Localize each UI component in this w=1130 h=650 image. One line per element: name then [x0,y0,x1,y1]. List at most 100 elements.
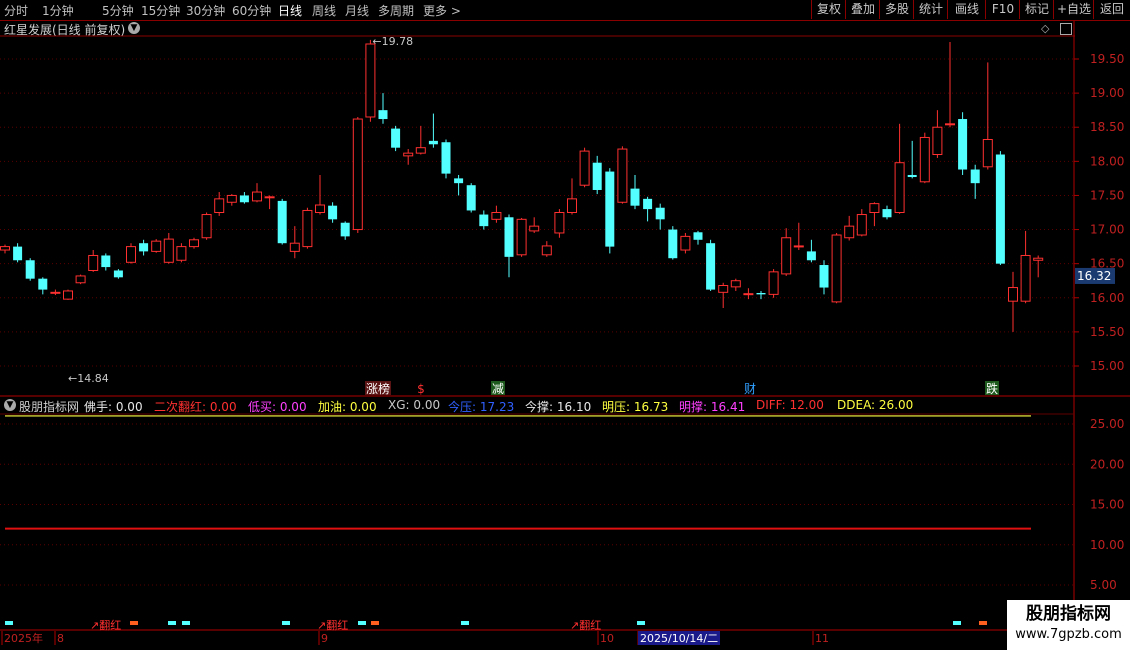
indicator-field: XG: 0.00 [388,398,441,412]
event-marker: 减 [492,382,504,396]
candle-body-up [945,123,955,126]
date-label: 11 [815,632,829,645]
candle-body-up [214,198,225,214]
candle-body-up [415,147,426,154]
candle-body-down [328,205,338,220]
candle-body-down [970,169,980,184]
price-axis-label: 18.50 [1090,120,1124,134]
indicator-name: 股朋指标网 [19,400,80,414]
chevron-down-icon[interactable]: ▼ [128,22,140,34]
candle-body-down [239,195,249,203]
candle-body-down [630,188,640,206]
candle-body-up [567,198,577,214]
signal-mark [637,621,645,625]
candle-body-down [958,119,968,170]
diamond-icon[interactable]: ◇ [1041,22,1049,35]
indicator-field: 今撑: 16.10 [525,400,592,414]
price-axis-label: 19.00 [1090,86,1124,100]
candle-body-up [1033,257,1044,261]
ind-axis-label: 10.00 [1090,538,1124,552]
candle-body-up [302,209,313,248]
candle-body-down [806,251,816,261]
candle-body-down [819,265,829,288]
low-price-label: ←14.84 [68,372,109,385]
event-marker: 财 [744,382,756,396]
candle-body-up [617,148,628,203]
candle-body-down [441,142,451,174]
candle-body-down [605,171,615,247]
candle-body-up [1020,254,1031,302]
candle-body-up [352,118,363,231]
stock-title: 红星发展(日线 前复权) [4,23,126,37]
candle-body-down [13,246,23,261]
candle-body-up [365,43,376,118]
candle-body-down [340,222,350,237]
candle-body-up [529,225,540,232]
signal-mark [130,621,138,625]
price-axis-label: 16.00 [1090,291,1124,305]
candle-body-up [403,152,414,157]
watermark-line1: 股朋指标网 [1026,604,1111,624]
candle-body-down [113,270,123,278]
candle-body-down [756,293,766,295]
candle-body-down [466,185,476,211]
candle-body-down [38,278,48,290]
candle-body-down [139,243,149,252]
candle-body-up [844,225,855,239]
candle-body-up [75,275,86,284]
window-layout-icon[interactable] [1060,23,1072,35]
candle-body-up [554,212,565,234]
price-axis-label: 18.00 [1090,154,1124,168]
candle-body-up [932,126,943,156]
candle-body-up [793,245,804,248]
candle-body-up [1008,287,1018,302]
kline-chart[interactable]: ←19.78 ←14.84 涨榜 $ 减 财 跌 19.50 19.00 18.50 18.00 1… [0,0,1130,650]
signal-mark [182,621,190,625]
candle-body-down [378,110,388,120]
candle-body-up [869,203,880,213]
candle-body-up [680,235,691,251]
ind-axis-label: 20.00 [1090,457,1124,471]
candle-body-up [264,196,275,199]
candle-body-down [995,154,1005,264]
watermark-logo: 股朋指标网 www.7gpzb.com [1007,600,1130,650]
candle-body-up [0,246,10,251]
candle-body-down [391,128,401,148]
candle-body-down [706,243,716,290]
fanhong-label: ↗翻红 [317,618,348,632]
candle-body-up [189,239,199,248]
date-label: 10 [600,632,614,645]
candle-body-up [63,290,73,300]
signal-mark [461,621,469,625]
chevron-down-icon[interactable]: ▼ [4,399,16,411]
candle-body-up [982,139,993,168]
candle-body-up [730,280,741,288]
candle-body-up [718,284,729,293]
candle-body-up [579,150,590,186]
candle-body-up [176,246,187,261]
signal-mark [5,621,13,625]
candle-body-down [882,209,892,218]
fanhong-label: ↗翻红 [90,618,121,632]
candle-body-down [668,229,678,259]
ind-axis-label: 25.00 [1090,417,1124,431]
signal-mark [358,621,366,625]
price-axis-label: 15.00 [1090,359,1124,373]
date-label: 9 [321,632,328,645]
indicator-field: 佛手: 0.00 [84,400,143,414]
price-axis-label: 17.50 [1090,188,1124,202]
ind-axis-label: 5.00 [1090,578,1117,592]
candle-body-up [226,194,237,203]
date-label: 2025年 [4,631,43,645]
candle-body-down [693,232,703,240]
candle-body-down [479,214,489,227]
date-label: 2025/10/14/二 [640,632,718,645]
signal-mark [168,621,176,625]
candle-body-up [252,191,262,202]
indicator-field: 二次翻红: 0.00 [154,400,237,414]
candle-body-up [781,237,792,275]
candle-body-up [919,136,930,183]
event-marker: $ [417,382,425,396]
candle-body-down [454,178,464,184]
indicator-field: DDEA: 26.00 [837,398,914,412]
